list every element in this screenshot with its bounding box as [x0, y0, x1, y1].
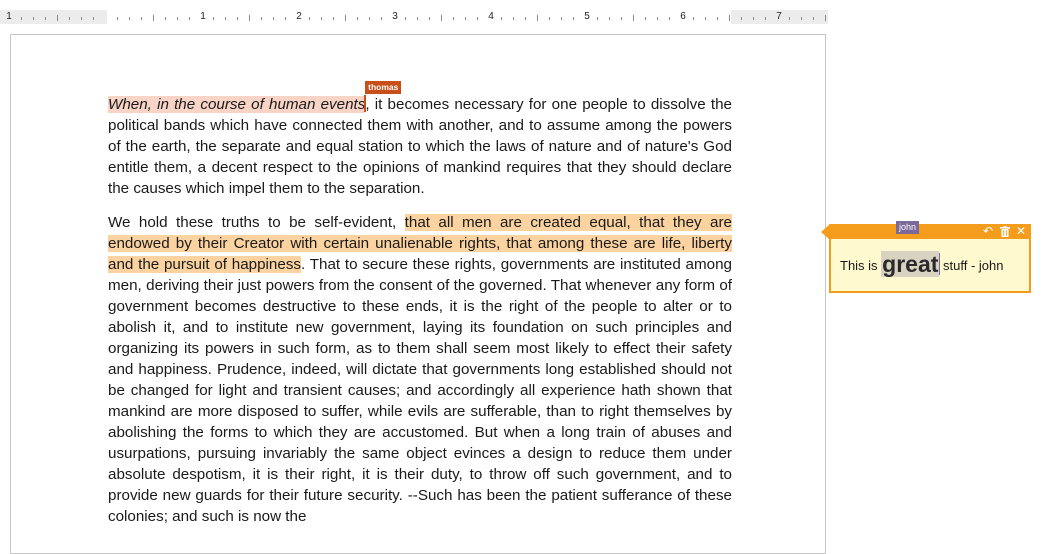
ruler-tick	[573, 17, 574, 20]
ruler-tick	[717, 17, 718, 20]
highlight-text: When, in the course of human events	[108, 96, 366, 113]
ruler-tick	[141, 17, 142, 20]
close-icon[interactable]: ✕	[1014, 224, 1028, 239]
ruler-tick	[369, 17, 370, 20]
ruler-tick	[405, 17, 406, 20]
ruler-tick	[33, 17, 34, 20]
ruler-tick	[789, 17, 790, 20]
ruler-tick	[609, 17, 610, 20]
ruler-tick	[477, 17, 478, 20]
ruler-tick	[453, 17, 454, 20]
ruler-tick	[117, 17, 118, 20]
document-body[interactable]: When, in the course of human events thoma…	[108, 81, 732, 540]
ruler-tick	[153, 15, 154, 21]
ruler-tick	[597, 17, 598, 20]
trash-icon[interactable]	[998, 224, 1012, 239]
ruler-number: 7	[776, 11, 782, 22]
ruler-tick	[645, 17, 646, 20]
ruler-tick	[801, 17, 802, 20]
ruler-tick	[537, 15, 538, 21]
ruler-tick	[333, 17, 334, 20]
comment-header-bar: ↶ ✕	[829, 224, 1031, 239]
ruler-tick	[669, 17, 670, 20]
ruler-tick	[765, 17, 766, 20]
comment-box[interactable]: ↶ ✕ This is great stuff - john john	[821, 221, 1031, 293]
ruler-tick	[357, 17, 358, 20]
ruler-tick	[345, 15, 346, 21]
ruler-tick	[285, 17, 286, 20]
ruler-tick	[165, 17, 166, 20]
ruler-tick	[93, 17, 94, 20]
paragraph-1[interactable]: When, in the course of human events thoma…	[108, 81, 732, 199]
ruler-tick	[513, 17, 514, 20]
ruler-tick	[441, 15, 442, 21]
ruler-tick	[129, 17, 130, 20]
ruler-tick	[705, 17, 706, 20]
comment-text: This is	[840, 258, 882, 273]
paragraph-text: We hold these truths to be self-evident,	[108, 214, 405, 231]
ruler-tick	[81, 17, 82, 20]
ruler-number: 1	[6, 11, 12, 22]
ruler-tick	[561, 17, 562, 20]
ruler-tick	[69, 17, 70, 20]
ruler-tick	[741, 17, 742, 20]
ruler-tick	[813, 17, 814, 20]
ruler-number: 5	[584, 11, 590, 22]
ruler-tick	[525, 17, 526, 20]
ruler-number: 1	[200, 11, 206, 22]
ruler-tick	[237, 17, 238, 20]
ruler-tick	[501, 17, 502, 20]
john-cursor-label: john	[896, 221, 920, 234]
paragraph-text: . That to secure these rights, governmen…	[108, 256, 732, 525]
ruler-tick	[693, 17, 694, 20]
thomas-cursor-label: thomas	[365, 81, 402, 94]
ruler-tick	[825, 15, 826, 21]
comment-text: stuff - john	[939, 258, 1004, 273]
horizontal-ruler[interactable]: 1 1 2 3 4 5 6 7	[0, 10, 828, 24]
ruler-number: 4	[488, 11, 494, 22]
ruler-tick	[177, 17, 178, 20]
ruler-tick	[273, 17, 274, 20]
ruler-tick	[417, 17, 418, 20]
ruler-tick	[261, 17, 262, 20]
ruler-tick	[549, 17, 550, 20]
ruler-tick	[57, 15, 58, 21]
ruler-tick	[249, 15, 250, 21]
ruler-tick	[45, 17, 46, 20]
ruler-tick	[657, 17, 658, 20]
document-page[interactable]: When, in the course of human events thoma…	[10, 34, 826, 554]
ruler-tick	[21, 17, 22, 20]
ruler-tick	[225, 17, 226, 20]
reply-icon[interactable]: ↶	[981, 224, 995, 239]
ruler-tick	[429, 17, 430, 20]
ruler-tick	[753, 17, 754, 20]
ruler-tick	[189, 17, 190, 20]
ruler-tick	[465, 17, 466, 20]
ruler-tick	[381, 17, 382, 20]
ruler-tick	[729, 15, 730, 21]
ruler-number: 3	[392, 11, 398, 22]
ruler-tick	[321, 17, 322, 20]
comment-emphasis-text: great	[881, 251, 940, 277]
comment-pointer-arrow	[821, 224, 830, 240]
paragraph-2[interactable]: We hold these truths to be self-evident,…	[108, 212, 732, 527]
comment-emphasis-word: great	[882, 251, 939, 277]
thomas-cursor	[364, 95, 367, 112]
ruler-tick	[213, 17, 214, 20]
thomas-selection[interactable]: When, in the course of human events thoma…	[108, 81, 402, 113]
comment-content[interactable]: This is great stuff - john john	[840, 221, 1004, 278]
ruler-tick	[621, 17, 622, 20]
ruler-number: 6	[680, 11, 686, 22]
ruler-tick	[309, 17, 310, 20]
ruler-number: 2	[296, 11, 302, 22]
ruler-tick	[633, 15, 634, 21]
